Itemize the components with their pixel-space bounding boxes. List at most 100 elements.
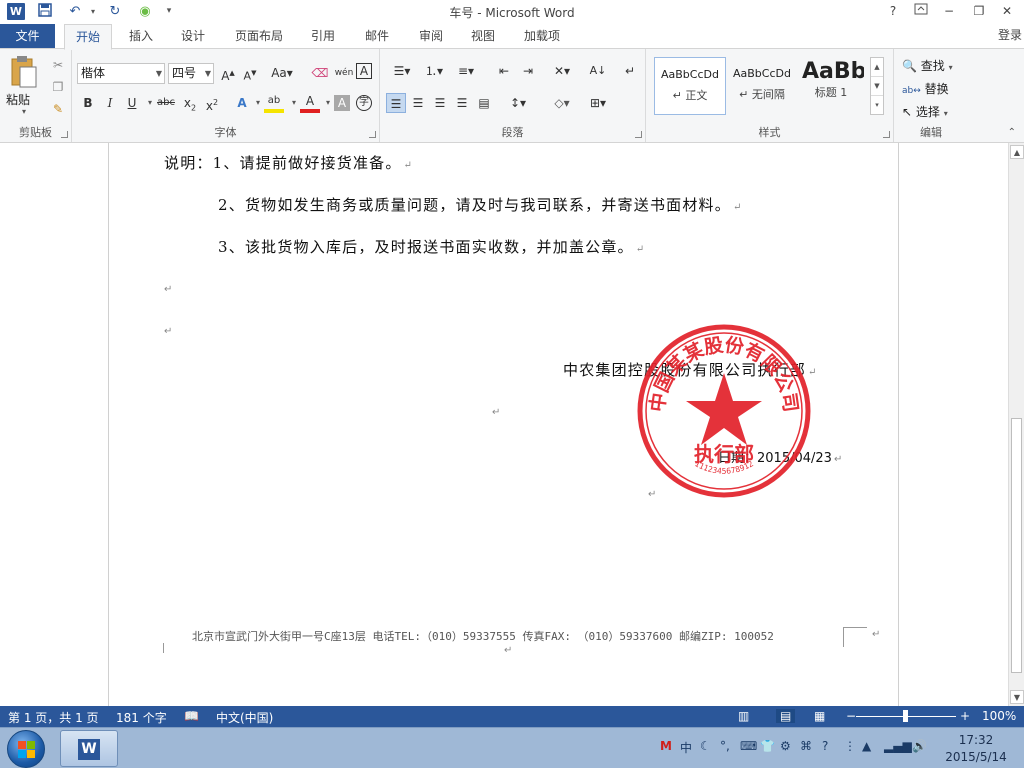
ime-options-icon[interactable]: ⋮ [844, 739, 856, 753]
ime-keyboard-icon[interactable]: ⌨ [740, 739, 757, 753]
find-button[interactable]: 🔍 查找 ▾ [902, 57, 953, 74]
clear-formatting-icon[interactable]: ⌫ [310, 63, 330, 83]
numbering-icon[interactable]: ⒈▾ [420, 61, 448, 81]
shading-icon[interactable]: ◇▾ [548, 93, 576, 113]
tab-page-layout[interactable]: 页面布局 [228, 24, 290, 49]
superscript-icon[interactable]: x2 [202, 93, 222, 113]
tab-review[interactable]: 审阅 [410, 24, 452, 49]
page-count[interactable]: 第 1 页，共 1 页 [8, 709, 99, 726]
align-right-icon[interactable]: ☰ [430, 93, 450, 113]
bold-icon[interactable]: B [78, 93, 98, 113]
style-no-spacing[interactable]: AaBbCcDd ↵ 无间隔 [726, 57, 798, 115]
character-shading-icon[interactable]: A [334, 95, 350, 111]
clipboard-launcher-icon[interactable] [61, 131, 68, 138]
tab-home[interactable]: 开始 [64, 24, 112, 50]
phonetic-guide-icon[interactable]: wén [334, 63, 354, 83]
paste-icon[interactable] [8, 55, 38, 91]
language-indicator[interactable]: 中文(中国) [216, 709, 273, 726]
tab-references[interactable]: 引用 [302, 24, 344, 49]
font-size-combo[interactable]: 四号 ▼ [168, 63, 214, 84]
tab-design[interactable]: 设计 [172, 24, 214, 49]
scroll-up-icon[interactable]: ▲ [1010, 145, 1024, 159]
ime-chinese-icon[interactable]: 中 [680, 739, 692, 756]
ime-help-icon[interactable]: ? [822, 739, 828, 753]
tab-addins[interactable]: 加载项 [514, 24, 570, 49]
line-spacing-icon[interactable]: ↕▾ [504, 93, 532, 113]
sort-icon[interactable]: A↓ [588, 61, 608, 81]
styles-scroll[interactable]: ▲ ▼ ▾ [870, 57, 884, 115]
paste-button[interactable]: 粘贴 [6, 91, 30, 108]
strikethrough-icon[interactable]: abc [156, 93, 176, 113]
ime-tools-icon[interactable]: ⚙ [780, 739, 791, 753]
minimize-button[interactable]: − [938, 3, 960, 20]
borders-icon[interactable]: ⊞▾ [584, 93, 612, 113]
web-layout-icon[interactable]: ▦ [814, 709, 825, 723]
increase-indent-icon[interactable]: ⇥ [518, 61, 538, 81]
align-left-icon[interactable]: ☰ [386, 93, 406, 113]
help-button[interactable]: ? [882, 3, 904, 20]
style-heading1[interactable]: AaBb 标题 1 [798, 57, 864, 115]
tab-insert[interactable]: 插入 [120, 24, 162, 49]
vertical-scrollbar[interactable]: ▲ ▼ [1008, 143, 1024, 706]
select-button[interactable]: ↖ 选择 ▾ [902, 103, 948, 120]
paste-dropdown-icon[interactable]: ▾ [22, 107, 26, 116]
collapse-ribbon-icon[interactable]: ⌃ [1008, 127, 1016, 138]
network-icon[interactable]: ▂▄▆ [884, 739, 912, 753]
ribbon-display-options-button[interactable] [910, 3, 932, 20]
format-painter-icon[interactable]: ✎ [48, 99, 68, 119]
align-center-icon[interactable]: ☰ [408, 93, 428, 113]
zoom-level[interactable]: 100% [982, 709, 1016, 723]
print-layout-icon[interactable]: ▤ [776, 709, 796, 723]
read-mode-icon[interactable]: ▥ [738, 709, 749, 723]
word-count[interactable]: 181 个字 [116, 709, 167, 726]
italic-icon[interactable]: I [100, 93, 120, 113]
show-hidden-icons[interactable]: ▲ [862, 739, 871, 753]
change-case-icon[interactable]: Aa▾ [268, 63, 296, 83]
chevron-up-icon[interactable]: ▲ [871, 58, 883, 76]
cut-icon[interactable]: ✂ [48, 55, 68, 75]
multilevel-list-icon[interactable]: ≡▾ [452, 61, 480, 81]
subscript-icon[interactable]: x2 [180, 93, 200, 113]
restore-button[interactable]: ❐ [968, 3, 990, 20]
font-color-icon[interactable]: A [300, 93, 320, 113]
taskbar-word-button[interactable]: W [60, 730, 118, 767]
decrease-indent-icon[interactable]: ⇤ [494, 61, 514, 81]
bullets-icon[interactable]: ☰▾ [388, 61, 416, 81]
ime-moon-icon[interactable]: ☾ [700, 739, 711, 753]
ime-skin-icon[interactable]: 👕 [760, 739, 775, 753]
shrink-font-icon[interactable]: A▼ [240, 63, 260, 83]
style-normal[interactable]: AaBbCcDd ↵ 正文 [654, 57, 726, 115]
login-link[interactable]: 登录 [998, 26, 1022, 43]
zoom-out-icon[interactable]: − [846, 709, 856, 723]
chevron-down-icon[interactable]: ▼ [871, 76, 883, 95]
input-method-icon[interactable]: M [660, 739, 672, 753]
justify-icon[interactable]: ☰ [452, 93, 472, 113]
chinese-layout-icon[interactable]: ✕▾ [548, 61, 576, 81]
zoom-slider-thumb[interactable] [903, 710, 908, 722]
font-name-combo[interactable]: 楷体 ▼ [77, 63, 165, 84]
show-marks-icon[interactable]: ↵ [620, 61, 640, 81]
replace-button[interactable]: ab↔ 替换 [902, 80, 949, 97]
enclose-characters-icon[interactable]: 字 [356, 95, 372, 111]
character-border-icon[interactable]: A [356, 63, 372, 79]
zoom-in-icon[interactable]: + [960, 709, 970, 723]
highlight-icon[interactable]: ab [264, 93, 284, 113]
tab-view[interactable]: 视图 [462, 24, 504, 49]
grow-font-icon[interactable]: A▲ [218, 63, 238, 83]
volume-icon[interactable]: 🔊 [912, 739, 927, 753]
more-styles-icon[interactable]: ▾ [871, 95, 883, 114]
tab-file[interactable]: 文件 [0, 24, 55, 49]
start-button[interactable] [7, 730, 45, 768]
close-button[interactable]: ✕ [996, 3, 1018, 20]
paragraph-launcher-icon[interactable] [635, 131, 642, 138]
scroll-thumb[interactable] [1011, 418, 1022, 673]
scroll-down-icon[interactable]: ▼ [1010, 690, 1024, 704]
styles-launcher-icon[interactable] [883, 131, 890, 138]
taskbar-clock[interactable]: 17:32 2015/5/14 [938, 732, 1014, 766]
font-launcher-icon[interactable] [369, 131, 376, 138]
ime-punctuation-icon[interactable]: °, [720, 739, 730, 753]
tab-mailings[interactable]: 邮件 [356, 24, 398, 49]
proofing-icon[interactable]: 📖 [184, 709, 199, 723]
distributed-icon[interactable]: ▤ [474, 93, 494, 113]
underline-icon[interactable]: U [122, 93, 142, 113]
